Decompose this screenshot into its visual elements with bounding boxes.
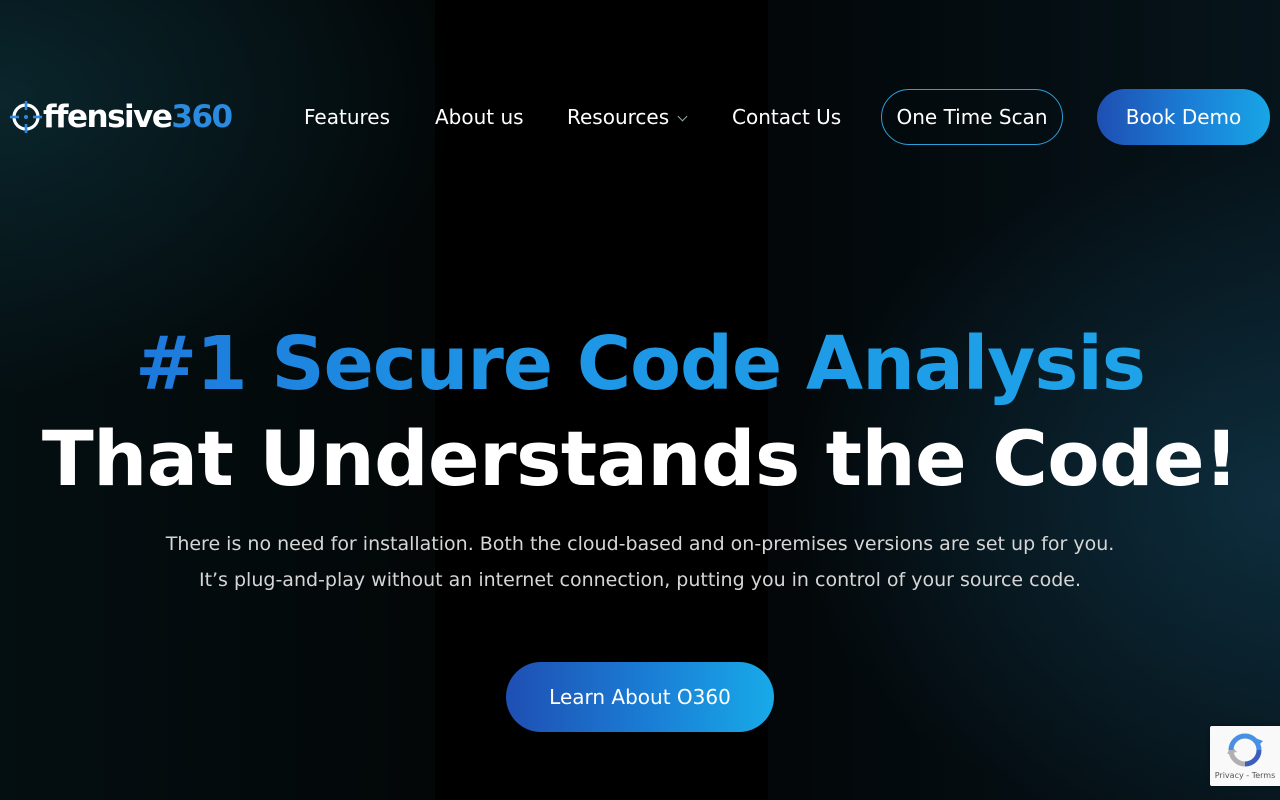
recaptcha-terms-link[interactable]: Terms (1252, 771, 1276, 780)
hero-headline-accent: #1 Secure Code Analysis (0, 322, 1280, 406)
nav-contact-us[interactable]: Contact Us (732, 104, 841, 130)
logo-number: 360 (171, 99, 233, 135)
site-header: ffensive 360 Features About us Resources … (0, 88, 1280, 146)
nav-resources[interactable]: Resources (567, 104, 688, 130)
hero-headline-main: That Understands the Code! (41, 414, 1239, 503)
nav-about-us[interactable]: About us (435, 104, 524, 130)
book-demo-button[interactable]: Book Demo (1097, 89, 1270, 145)
recaptcha-privacy-link[interactable]: Privacy (1215, 771, 1244, 780)
site-logo[interactable]: ffensive 360 (10, 99, 233, 135)
learn-about-o360-button[interactable]: Learn About O360 (506, 662, 774, 732)
hero-subtext-line-1: There is no need for installation. Both … (165, 533, 1115, 555)
recaptcha-links: Privacy - Terms (1210, 771, 1280, 780)
crosshair-o-icon (10, 101, 42, 133)
hero-subtext-line-2: It’s plug-and-play without an internet c… (198, 569, 1082, 591)
one-time-scan-button[interactable]: One Time Scan (881, 89, 1063, 145)
chevron-down-icon (677, 111, 688, 122)
recaptcha-badge[interactable]: Privacy - Terms (1210, 726, 1280, 786)
recaptcha-separator: - (1243, 771, 1252, 780)
logo-text: ffensive (43, 99, 173, 135)
nav-features[interactable]: Features (304, 104, 390, 130)
nav-resources-label: Resources (567, 105, 670, 129)
recaptcha-icon (1227, 732, 1263, 768)
